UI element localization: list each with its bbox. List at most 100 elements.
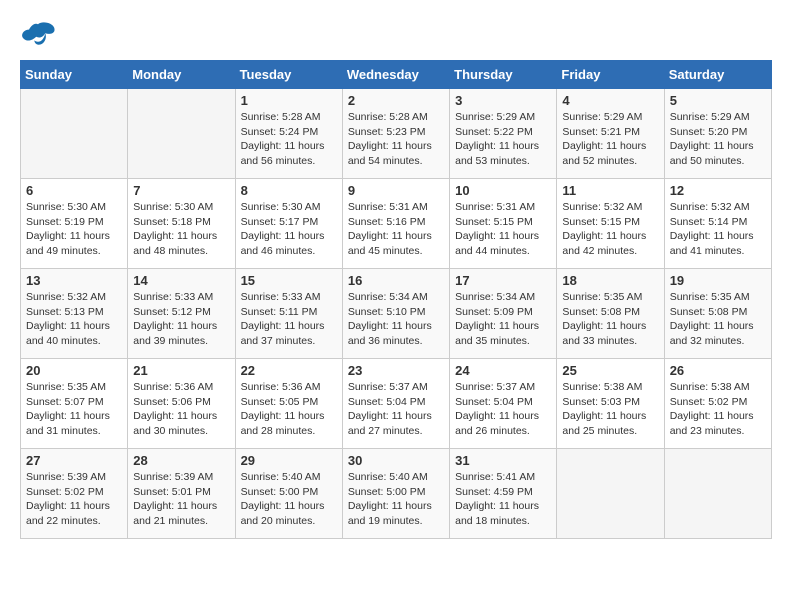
- logo: [20, 20, 60, 50]
- day-info: Sunrise: 5:29 AM Sunset: 5:20 PM Dayligh…: [670, 110, 766, 169]
- day-info: Sunrise: 5:31 AM Sunset: 5:15 PM Dayligh…: [455, 200, 551, 259]
- day-number: 24: [455, 363, 551, 378]
- day-number: 11: [562, 183, 658, 198]
- column-header-monday: Monday: [128, 61, 235, 89]
- calendar-cell: 23 Sunrise: 5:37 AM Sunset: 5:04 PM Dayli…: [342, 359, 449, 449]
- calendar-cell: 4 Sunrise: 5:29 AM Sunset: 5:21 PM Daylig…: [557, 89, 664, 179]
- day-number: 13: [26, 273, 122, 288]
- column-header-thursday: Thursday: [450, 61, 557, 89]
- calendar-cell: 8 Sunrise: 5:30 AM Sunset: 5:17 PM Daylig…: [235, 179, 342, 269]
- day-number: 18: [562, 273, 658, 288]
- day-info: Sunrise: 5:39 AM Sunset: 5:01 PM Dayligh…: [133, 470, 229, 529]
- day-number: 28: [133, 453, 229, 468]
- day-info: Sunrise: 5:33 AM Sunset: 5:11 PM Dayligh…: [241, 290, 337, 349]
- week-row-2: 6Sunrise: 5:30 AM Sunset: 5:19 PM Daylig…: [21, 179, 772, 269]
- calendar-cell: 7 Sunrise: 5:30 AM Sunset: 5:18 PM Daylig…: [128, 179, 235, 269]
- day-number: 7: [133, 183, 229, 198]
- calendar-cell: 13 Sunrise: 5:32 AM Sunset: 5:13 PM Dayli…: [21, 269, 128, 359]
- day-info: Sunrise: 5:28 AM Sunset: 5:24 PM Dayligh…: [241, 110, 337, 169]
- day-number: 4: [562, 93, 658, 108]
- day-number: 2: [348, 93, 444, 108]
- page-header: [20, 20, 772, 50]
- week-row-3: 13 Sunrise: 5:32 AM Sunset: 5:13 PM Dayli…: [21, 269, 772, 359]
- calendar-cell: 21 Sunrise: 5:36 AM Sunset: 5:06 PM Dayli…: [128, 359, 235, 449]
- day-number: 9: [348, 183, 444, 198]
- calendar-cell: 2 Sunrise: 5:28 AM Sunset: 5:23 PM Daylig…: [342, 89, 449, 179]
- calendar-cell: 24 Sunrise: 5:37 AM Sunset: 5:04 PM Dayli…: [450, 359, 557, 449]
- day-number: 17: [455, 273, 551, 288]
- calendar-cell: 27Sunrise: 5:39 AM Sunset: 5:02 PM Dayli…: [21, 449, 128, 539]
- day-info: Sunrise: 5:41 AM Sunset: 4:59 PM Dayligh…: [455, 470, 551, 529]
- calendar-cell: 20Sunrise: 5:35 AM Sunset: 5:07 PM Dayli…: [21, 359, 128, 449]
- day-number: 5: [670, 93, 766, 108]
- header-row: SundayMondayTuesdayWednesdayThursdayFrid…: [21, 61, 772, 89]
- calendar-cell: 17 Sunrise: 5:34 AM Sunset: 5:09 PM Dayli…: [450, 269, 557, 359]
- logo-icon: [20, 20, 56, 50]
- column-header-wednesday: Wednesday: [342, 61, 449, 89]
- day-info: Sunrise: 5:32 AM Sunset: 5:15 PM Dayligh…: [562, 200, 658, 259]
- day-info: Sunrise: 5:36 AM Sunset: 5:06 PM Dayligh…: [133, 380, 229, 439]
- day-info: Sunrise: 5:33 AM Sunset: 5:12 PM Dayligh…: [133, 290, 229, 349]
- day-number: 22: [241, 363, 337, 378]
- calendar-cell: 3Sunrise: 5:29 AM Sunset: 5:22 PM Daylig…: [450, 89, 557, 179]
- day-number: 26: [670, 363, 766, 378]
- calendar-cell: [664, 449, 771, 539]
- column-header-saturday: Saturday: [664, 61, 771, 89]
- calendar-cell: 9Sunrise: 5:31 AM Sunset: 5:16 PM Daylig…: [342, 179, 449, 269]
- day-info: Sunrise: 5:38 AM Sunset: 5:03 PM Dayligh…: [562, 380, 658, 439]
- calendar-cell: 12Sunrise: 5:32 AM Sunset: 5:14 PM Dayli…: [664, 179, 771, 269]
- day-info: Sunrise: 5:35 AM Sunset: 5:08 PM Dayligh…: [562, 290, 658, 349]
- calendar-cell: 10 Sunrise: 5:31 AM Sunset: 5:15 PM Dayli…: [450, 179, 557, 269]
- calendar-cell: 31Sunrise: 5:41 AM Sunset: 4:59 PM Dayli…: [450, 449, 557, 539]
- calendar-cell: 16 Sunrise: 5:34 AM Sunset: 5:10 PM Dayli…: [342, 269, 449, 359]
- day-info: Sunrise: 5:32 AM Sunset: 5:14 PM Dayligh…: [670, 200, 766, 259]
- calendar-cell: 28 Sunrise: 5:39 AM Sunset: 5:01 PM Dayli…: [128, 449, 235, 539]
- day-info: Sunrise: 5:30 AM Sunset: 5:18 PM Dayligh…: [133, 200, 229, 259]
- day-info: Sunrise: 5:35 AM Sunset: 5:07 PM Dayligh…: [26, 380, 122, 439]
- day-number: 8: [241, 183, 337, 198]
- calendar-cell: 6Sunrise: 5:30 AM Sunset: 5:19 PM Daylig…: [21, 179, 128, 269]
- calendar-cell: 14 Sunrise: 5:33 AM Sunset: 5:12 PM Dayli…: [128, 269, 235, 359]
- day-number: 3: [455, 93, 551, 108]
- day-number: 27: [26, 453, 122, 468]
- week-row-1: 1 Sunrise: 5:28 AM Sunset: 5:24 PM Daylig…: [21, 89, 772, 179]
- calendar-cell: 18 Sunrise: 5:35 AM Sunset: 5:08 PM Dayli…: [557, 269, 664, 359]
- day-number: 16: [348, 273, 444, 288]
- calendar-cell: [557, 449, 664, 539]
- calendar-cell: [21, 89, 128, 179]
- calendar-cell: 22 Sunrise: 5:36 AM Sunset: 5:05 PM Dayli…: [235, 359, 342, 449]
- day-number: 1: [241, 93, 337, 108]
- calendar-cell: 15Sunrise: 5:33 AM Sunset: 5:11 PM Dayli…: [235, 269, 342, 359]
- column-header-tuesday: Tuesday: [235, 61, 342, 89]
- day-info: Sunrise: 5:28 AM Sunset: 5:23 PM Dayligh…: [348, 110, 444, 169]
- calendar-cell: 29Sunrise: 5:40 AM Sunset: 5:00 PM Dayli…: [235, 449, 342, 539]
- day-info: Sunrise: 5:34 AM Sunset: 5:09 PM Dayligh…: [455, 290, 551, 349]
- week-row-5: 27Sunrise: 5:39 AM Sunset: 5:02 PM Dayli…: [21, 449, 772, 539]
- calendar-cell: 5 Sunrise: 5:29 AM Sunset: 5:20 PM Daylig…: [664, 89, 771, 179]
- calendar-cell: 19 Sunrise: 5:35 AM Sunset: 5:08 PM Dayli…: [664, 269, 771, 359]
- day-number: 14: [133, 273, 229, 288]
- day-info: Sunrise: 5:37 AM Sunset: 5:04 PM Dayligh…: [348, 380, 444, 439]
- day-number: 23: [348, 363, 444, 378]
- day-info: Sunrise: 5:32 AM Sunset: 5:13 PM Dayligh…: [26, 290, 122, 349]
- day-info: Sunrise: 5:36 AM Sunset: 5:05 PM Dayligh…: [241, 380, 337, 439]
- column-header-sunday: Sunday: [21, 61, 128, 89]
- calendar-cell: 25 Sunrise: 5:38 AM Sunset: 5:03 PM Dayli…: [557, 359, 664, 449]
- day-number: 21: [133, 363, 229, 378]
- day-info: Sunrise: 5:34 AM Sunset: 5:10 PM Dayligh…: [348, 290, 444, 349]
- day-info: Sunrise: 5:35 AM Sunset: 5:08 PM Dayligh…: [670, 290, 766, 349]
- day-info: Sunrise: 5:30 AM Sunset: 5:17 PM Dayligh…: [241, 200, 337, 259]
- calendar-cell: 11 Sunrise: 5:32 AM Sunset: 5:15 PM Dayli…: [557, 179, 664, 269]
- day-number: 29: [241, 453, 337, 468]
- day-number: 10: [455, 183, 551, 198]
- calendar-table: SundayMondayTuesdayWednesdayThursdayFrid…: [20, 60, 772, 539]
- calendar-cell: [128, 89, 235, 179]
- day-number: 25: [562, 363, 658, 378]
- day-info: Sunrise: 5:37 AM Sunset: 5:04 PM Dayligh…: [455, 380, 551, 439]
- day-info: Sunrise: 5:29 AM Sunset: 5:21 PM Dayligh…: [562, 110, 658, 169]
- day-info: Sunrise: 5:38 AM Sunset: 5:02 PM Dayligh…: [670, 380, 766, 439]
- calendar-cell: 30Sunrise: 5:40 AM Sunset: 5:00 PM Dayli…: [342, 449, 449, 539]
- calendar-cell: 1 Sunrise: 5:28 AM Sunset: 5:24 PM Daylig…: [235, 89, 342, 179]
- day-info: Sunrise: 5:30 AM Sunset: 5:19 PM Dayligh…: [26, 200, 122, 259]
- day-number: 19: [670, 273, 766, 288]
